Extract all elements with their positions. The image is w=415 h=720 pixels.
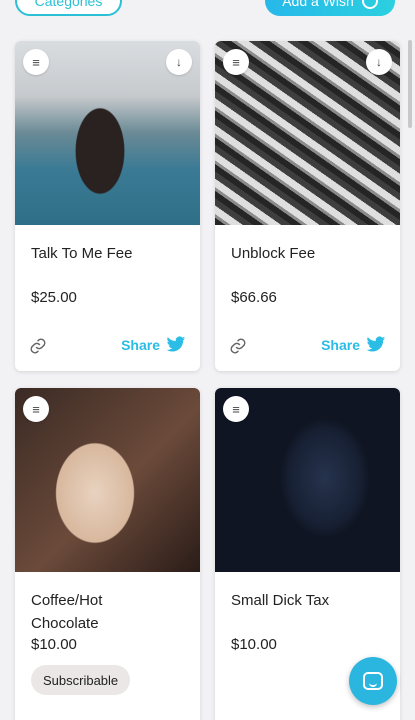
wish-price: $10.00 bbox=[231, 636, 277, 653]
wish-title: Unblock Fee bbox=[231, 245, 316, 262]
menu-icon[interactable]: ≡ bbox=[223, 396, 249, 422]
wish-title: Coffee/Hot Chocolate bbox=[31, 592, 103, 632]
add-wish-button[interactable]: Add a Wish bbox=[265, 0, 395, 16]
download-icon[interactable]: ↓ bbox=[366, 49, 392, 75]
wish-price: $25.00 bbox=[31, 289, 77, 306]
chat-button[interactable] bbox=[349, 657, 397, 705]
menu-icon[interactable]: ≡ bbox=[23, 49, 49, 75]
menu-icon[interactable]: ≡ bbox=[223, 49, 249, 75]
wish-card[interactable]: ≡ ↓ Unblock Fee $66.66 Share bbox=[215, 41, 400, 371]
scrollbar[interactable] bbox=[408, 40, 412, 128]
download-icon[interactable]: ↓ bbox=[166, 49, 192, 75]
wish-card[interactable]: ≡ Coffee/Hot Chocolate $10.00 Subscribab… bbox=[15, 388, 200, 720]
wish-price: $66.66 bbox=[231, 289, 277, 306]
wish-title: Small Dick Tax bbox=[231, 592, 330, 609]
add-wish-label: Add a Wish bbox=[282, 0, 354, 9]
twitter-icon bbox=[366, 336, 386, 352]
menu-icon[interactable]: ≡ bbox=[23, 396, 49, 422]
wish-price: $10.00 bbox=[31, 636, 77, 653]
wish-title: Talk To Me Fee bbox=[31, 245, 133, 262]
subscribable-badge: Subscribable bbox=[31, 665, 131, 695]
share-label: Share bbox=[321, 336, 360, 353]
link-icon[interactable] bbox=[229, 337, 247, 355]
share-button[interactable]: Share bbox=[321, 336, 386, 353]
wish-card[interactable]: ≡ ↓ Talk To Me Fee $25.00 Share bbox=[15, 41, 200, 371]
categories-label: Categories bbox=[34, 0, 103, 9]
add-circle-icon bbox=[361, 0, 378, 9]
top-actions: Categories Add a Wish bbox=[0, 0, 415, 16]
categories-button[interactable]: Categories bbox=[15, 0, 122, 16]
link-icon[interactable] bbox=[29, 337, 47, 355]
share-label: Share bbox=[121, 336, 160, 353]
twitter-icon bbox=[166, 336, 186, 352]
share-button[interactable]: Share bbox=[121, 336, 186, 353]
chat-icon bbox=[363, 672, 383, 690]
